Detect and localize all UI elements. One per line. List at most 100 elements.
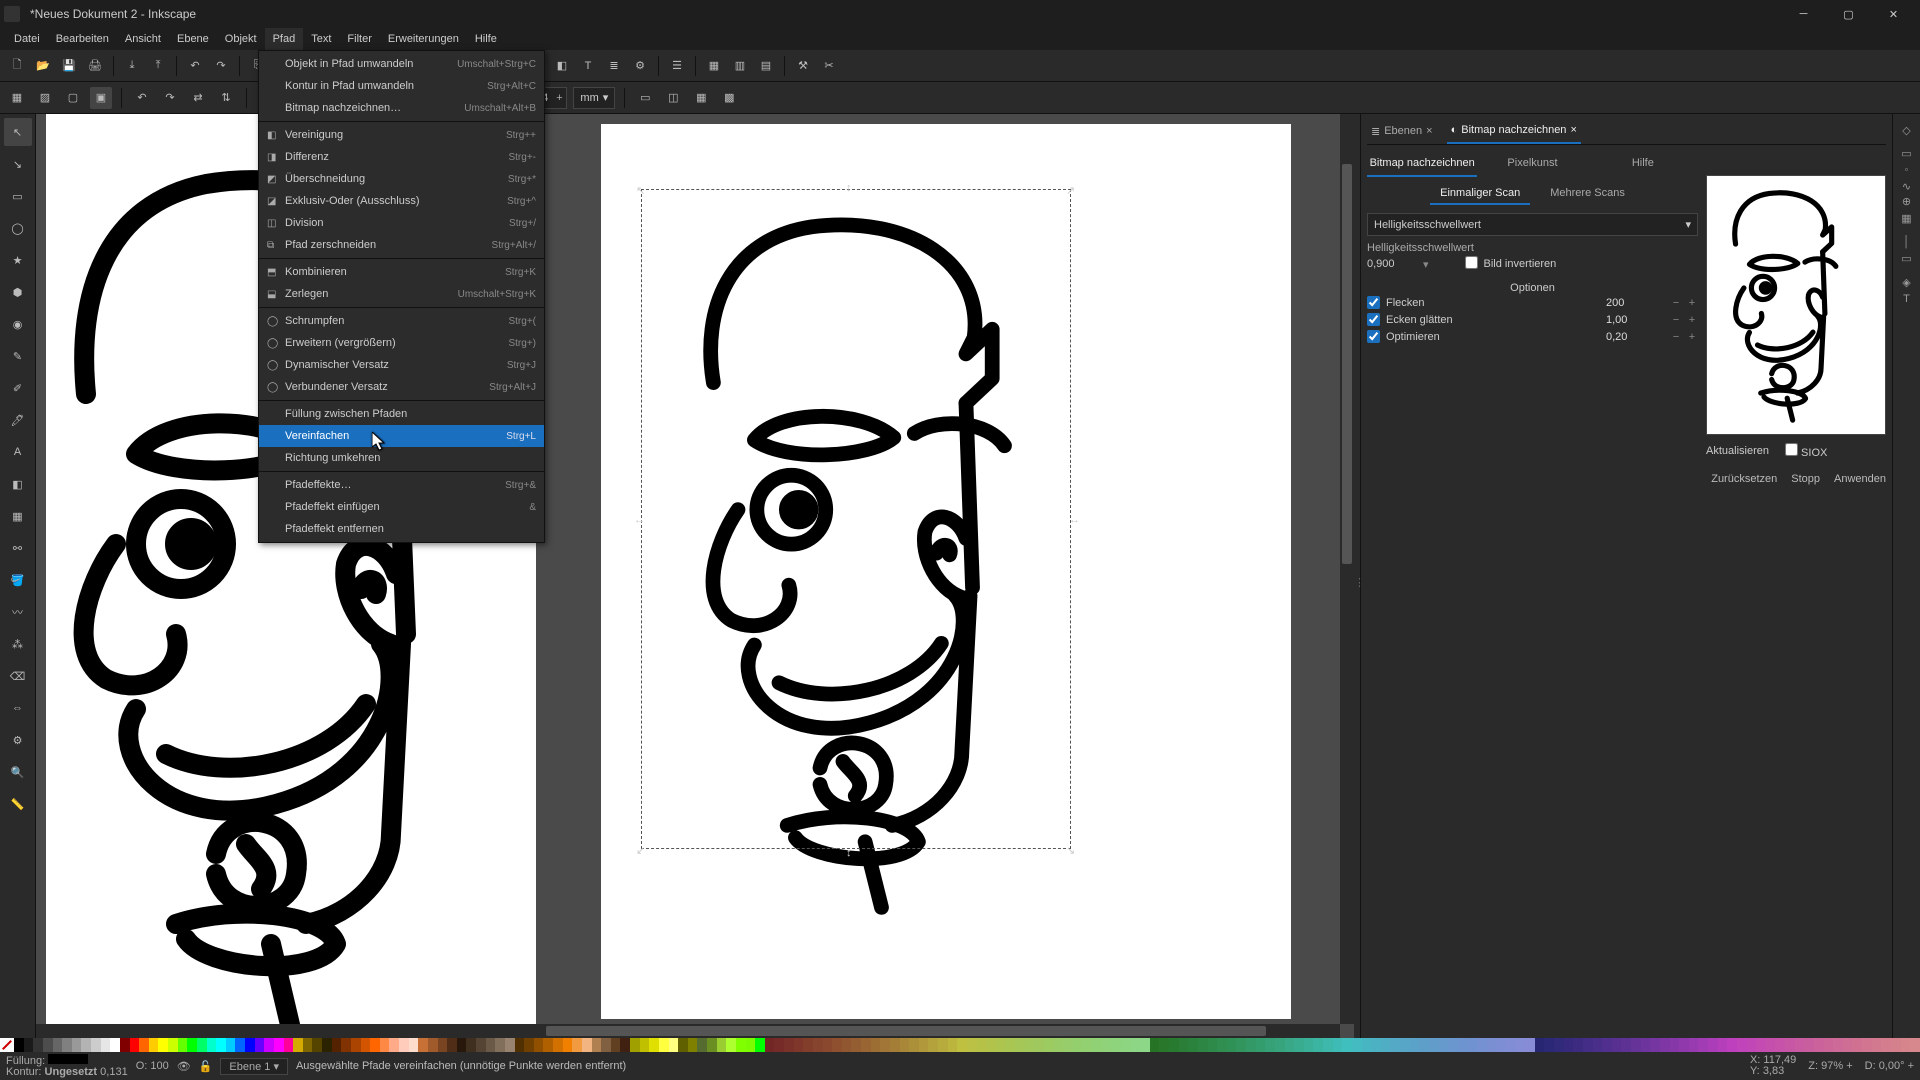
new-document-button[interactable]: 🗋 — [6, 55, 28, 77]
color-swatch[interactable] — [880, 1038, 890, 1052]
menu-ansicht[interactable]: Ansicht — [117, 28, 169, 50]
color-swatch[interactable] — [736, 1038, 746, 1052]
color-swatch[interactable] — [130, 1038, 140, 1052]
subtab-help[interactable]: Hilfe — [1588, 151, 1698, 177]
snap-text-button[interactable]: T — [1897, 293, 1917, 305]
color-swatch[interactable] — [389, 1038, 399, 1052]
canvas[interactable]: ↖ ↕ ↗ ↔ ↔ ↙ ↕ ↘ — [36, 114, 1354, 1038]
close-button[interactable]: ✕ — [1871, 0, 1916, 28]
color-swatch[interactable] — [418, 1038, 428, 1052]
close-tab-icon[interactable]: × — [1426, 125, 1432, 137]
color-swatch[interactable] — [861, 1038, 871, 1052]
reset-button[interactable]: Zurücksetzen — [1711, 473, 1777, 485]
rotate-cw-button[interactable]: ↷ — [159, 87, 181, 109]
color-swatch[interactable] — [1516, 1038, 1526, 1052]
selection-handle[interactable]: ↙ — [636, 844, 646, 854]
color-swatch[interactable] — [823, 1038, 833, 1052]
color-swatch[interactable] — [187, 1038, 197, 1052]
visibility-icon[interactable]: 👁 — [177, 1060, 191, 1073]
snap-page-button[interactable]: ▭ — [1897, 252, 1917, 265]
color-swatch[interactable] — [14, 1038, 24, 1052]
color-swatch[interactable] — [659, 1038, 669, 1052]
mesh-tool[interactable]: ▦ — [4, 502, 32, 530]
color-swatch[interactable] — [1102, 1038, 1112, 1052]
color-swatch[interactable] — [399, 1038, 409, 1052]
color-swatch[interactable] — [33, 1038, 43, 1052]
layers-button[interactable]: ≣ — [603, 55, 625, 77]
color-swatch[interactable] — [1554, 1038, 1564, 1052]
color-swatch[interactable] — [1439, 1038, 1449, 1052]
apply-button[interactable]: Anwenden — [1834, 473, 1886, 485]
color-swatch[interactable] — [72, 1038, 82, 1052]
color-swatch[interactable] — [601, 1038, 611, 1052]
select-all-layers-button[interactable]: ▨ — [34, 87, 56, 109]
color-swatch[interactable] — [774, 1038, 784, 1052]
menu-item[interactable]: Kontur in Pfad umwandelnStrg+Alt+C — [259, 75, 544, 97]
color-swatch[interactable] — [871, 1038, 881, 1052]
color-swatch[interactable] — [1679, 1038, 1689, 1052]
color-swatch[interactable] — [1747, 1038, 1757, 1052]
color-swatch[interactable] — [649, 1038, 659, 1052]
menu-datei[interactable]: Datei — [6, 28, 48, 50]
color-swatch[interactable] — [1467, 1038, 1477, 1052]
layer-selector[interactable]: Ebene 1 ▾ — [220, 1058, 288, 1075]
minimize-button[interactable]: ─ — [1781, 0, 1826, 28]
color-swatch[interactable] — [505, 1038, 515, 1052]
snap-grid-button[interactable]: ▦ — [1897, 212, 1917, 225]
color-swatch[interactable] — [274, 1038, 284, 1052]
color-swatch[interactable] — [717, 1038, 727, 1052]
rotation-value[interactable]: 0,00° — [1879, 1060, 1905, 1072]
color-swatch[interactable] — [149, 1038, 159, 1052]
color-swatch[interactable] — [755, 1038, 765, 1052]
color-swatch[interactable] — [255, 1038, 265, 1052]
3dbox-tool[interactable]: ⬢ — [4, 278, 32, 306]
star-tool[interactable]: ★ — [4, 246, 32, 274]
color-swatch[interactable] — [1862, 1038, 1872, 1052]
color-swatch[interactable] — [1025, 1038, 1035, 1052]
snap-nodes-button[interactable]: ◦ — [1897, 164, 1917, 176]
color-swatch[interactable] — [1775, 1038, 1785, 1052]
color-swatch[interactable] — [1256, 1038, 1266, 1052]
color-swatch[interactable] — [1005, 1038, 1015, 1052]
color-swatch[interactable] — [1487, 1038, 1497, 1052]
tab-trace-bitmap[interactable]: ◐Bitmap nachzeichnen× — [1447, 120, 1581, 144]
snap-guides-button[interactable]: │ — [1897, 236, 1917, 248]
color-swatch[interactable] — [1756, 1038, 1766, 1052]
color-swatch[interactable] — [832, 1038, 842, 1052]
no-color-swatch[interactable] — [0, 1038, 14, 1052]
color-swatch[interactable] — [1429, 1038, 1439, 1052]
paintbucket-tool[interactable]: 🪣 — [4, 566, 32, 594]
color-swatch[interactable] — [322, 1038, 332, 1052]
color-swatch[interactable] — [678, 1038, 688, 1052]
color-swatch[interactable] — [1275, 1038, 1285, 1052]
color-swatch[interactable] — [524, 1038, 534, 1052]
color-swatch[interactable] — [1612, 1038, 1622, 1052]
color-swatch[interactable] — [1294, 1038, 1304, 1052]
color-swatch[interactable] — [1371, 1038, 1381, 1052]
scan-multiple[interactable]: Mehrere Scans — [1540, 183, 1635, 205]
color-swatch[interactable] — [1727, 1038, 1737, 1052]
move-gradients-button[interactable]: ▦ — [690, 87, 712, 109]
scrollbar-thumb[interactable] — [546, 1026, 1266, 1036]
text-dialog-button[interactable]: T — [577, 55, 599, 77]
menu-filter[interactable]: Filter — [339, 28, 379, 50]
color-swatch[interactable] — [1564, 1038, 1574, 1052]
menu-item[interactable]: ◪Exklusiv-Oder (Ausschluss)Strg+^ — [259, 190, 544, 212]
color-swatch[interactable] — [563, 1038, 573, 1052]
node-button[interactable]: ▥ — [729, 55, 751, 77]
menu-objekt[interactable]: Objekt — [217, 28, 265, 50]
minus-icon[interactable]: − — [1670, 297, 1682, 309]
snap-bbox-button[interactable]: ▭ — [1897, 147, 1917, 160]
menu-item[interactable]: ◩ÜberschneidungStrg+* — [259, 168, 544, 190]
close-tab-icon[interactable]: × — [1570, 124, 1576, 136]
zoom-tool[interactable]: 🔍 — [4, 758, 32, 786]
invert-checkbox[interactable] — [1465, 256, 1478, 269]
snap-centers-button[interactable]: ⊕ — [1897, 195, 1917, 208]
selection-handle[interactable]: ↕ — [846, 182, 856, 192]
maximize-button[interactable]: ▢ — [1826, 0, 1871, 28]
menu-hilfe[interactable]: Hilfe — [467, 28, 505, 50]
selection-handle[interactable]: ↖ — [636, 184, 646, 194]
rect-tool[interactable]: ▭ — [4, 182, 32, 210]
color-swatch[interactable] — [341, 1038, 351, 1052]
snap-misc-button[interactable]: ◈ — [1897, 276, 1917, 289]
